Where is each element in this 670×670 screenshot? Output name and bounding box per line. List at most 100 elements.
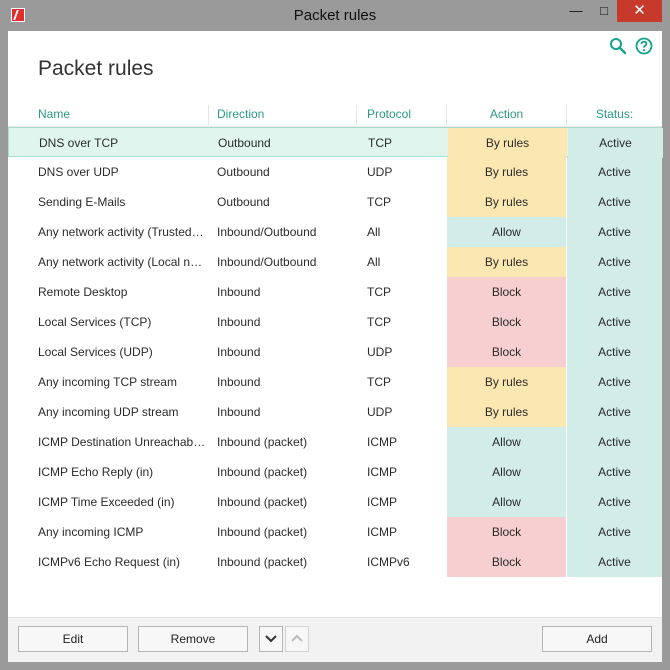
footer-bar: Edit Remove Add bbox=[8, 617, 662, 662]
action-cell[interactable]: Allow bbox=[447, 487, 566, 517]
rule-name-cell: Any incoming TCP stream bbox=[38, 375, 177, 389]
move-up-button[interactable] bbox=[285, 626, 309, 652]
column-separator[interactable] bbox=[356, 105, 357, 125]
direction-cell: Inbound/Outbound bbox=[217, 225, 317, 239]
table-row[interactable]: Any incoming ICMP Inbound (packet) ICMP Blo… bbox=[8, 517, 662, 547]
status-cell[interactable]: Active bbox=[568, 128, 663, 158]
action-cell[interactable]: Block bbox=[447, 277, 566, 307]
action-cell[interactable]: Allow bbox=[447, 457, 566, 487]
edit-button[interactable]: Edit bbox=[18, 626, 128, 652]
status-cell[interactable]: Active bbox=[567, 397, 662, 427]
table-row[interactable]: Sending E-Mails Outbound TCP By rules Active bbox=[8, 187, 662, 217]
action-cell[interactable]: Block bbox=[447, 547, 566, 577]
table-row[interactable]: ICMP Time Exceeded (in) Inbound (packet) I… bbox=[8, 487, 662, 517]
protocol-cell: ICMP bbox=[367, 465, 397, 479]
action-cell[interactable]: By rules bbox=[448, 128, 567, 158]
maximize-button[interactable]: □ bbox=[591, 0, 617, 22]
status-cell[interactable]: Active bbox=[567, 217, 662, 247]
rule-name-cell: ICMP Destination Unreachabl… bbox=[38, 435, 206, 449]
direction-cell: Inbound bbox=[217, 375, 261, 389]
direction-cell: Inbound bbox=[217, 345, 261, 359]
column-header-direction[interactable]: Direction bbox=[217, 107, 264, 121]
close-button[interactable]: ✕ bbox=[617, 0, 662, 22]
minimize-button[interactable]: — bbox=[563, 0, 589, 22]
action-cell[interactable]: Block bbox=[447, 337, 566, 367]
rule-name-cell: ICMPv6 Echo Request (in) bbox=[38, 555, 181, 569]
rule-name-cell: Local Services (UDP) bbox=[38, 345, 153, 359]
action-cell[interactable]: By rules bbox=[447, 367, 566, 397]
page-title: Packet rules bbox=[38, 57, 154, 80]
status-cell[interactable]: Active bbox=[567, 367, 662, 397]
status-cell[interactable]: Active bbox=[567, 277, 662, 307]
add-button[interactable]: Add bbox=[542, 626, 652, 652]
column-header-protocol[interactable]: Protocol bbox=[367, 107, 411, 121]
action-cell[interactable]: Block bbox=[447, 307, 566, 337]
protocol-cell: ICMPv6 bbox=[367, 555, 410, 569]
direction-cell: Inbound bbox=[217, 285, 261, 299]
status-cell[interactable]: Active bbox=[567, 547, 662, 577]
direction-cell: Inbound (packet) bbox=[217, 525, 308, 539]
status-cell[interactable]: Active bbox=[567, 427, 662, 457]
table-row[interactable]: Any incoming TCP stream Inbound TCP By rule… bbox=[8, 367, 662, 397]
table-body: DNS over TCP Outbound TCP By rules Active DNS… bbox=[8, 127, 663, 577]
remove-button[interactable]: Remove bbox=[138, 626, 248, 652]
dialog-content: Packet rules Name Direction Protocol Act… bbox=[8, 31, 663, 662]
direction-cell: Inbound (packet) bbox=[217, 435, 308, 449]
table-row[interactable]: DNS over TCP Outbound TCP By rules Active bbox=[8, 127, 663, 158]
status-cell[interactable]: Active bbox=[567, 487, 662, 517]
action-cell[interactable]: By rules bbox=[447, 397, 566, 427]
protocol-cell: UDP bbox=[367, 165, 393, 179]
status-cell[interactable]: Active bbox=[567, 247, 662, 277]
rule-name-cell: Remote Desktop bbox=[38, 285, 128, 299]
table-row[interactable]: ICMPv6 Echo Request (in) Inbound (packet)… bbox=[8, 547, 662, 577]
column-header-status[interactable]: Status: bbox=[567, 107, 662, 121]
column-header-name[interactable]: Name bbox=[38, 107, 70, 121]
direction-cell: Inbound (packet) bbox=[217, 495, 308, 509]
status-cell[interactable]: Active bbox=[567, 337, 662, 367]
rules-table: Name Direction Protocol Action Status: D… bbox=[8, 103, 663, 577]
table-row[interactable]: Any incoming UDP stream Inbound UDP By rule… bbox=[8, 397, 662, 427]
table-row[interactable]: ICMP Destination Unreachabl… Inbound (pac… bbox=[8, 427, 662, 457]
rule-name-cell: DNS over UDP bbox=[38, 165, 119, 179]
action-cell[interactable]: By rules bbox=[447, 187, 566, 217]
protocol-cell: TCP bbox=[367, 375, 391, 389]
table-row[interactable]: Local Services (TCP) Inbound TCP Block Activ… bbox=[8, 307, 662, 337]
direction-cell: Inbound (packet) bbox=[217, 555, 308, 569]
table-row[interactable]: Any network activity (Trusted… Inbound/Ou… bbox=[8, 217, 662, 247]
search-icon[interactable] bbox=[609, 37, 627, 55]
column-header-action[interactable]: Action bbox=[447, 107, 566, 121]
chevron-up-icon bbox=[291, 634, 303, 642]
title-bar[interactable]: Packet rules — □ ✕ bbox=[0, 0, 670, 31]
app-window: Packet rules — □ ✕ Packet rules Name Dir… bbox=[0, 0, 670, 670]
status-cell[interactable]: Active bbox=[567, 187, 662, 217]
protocol-cell: All bbox=[367, 225, 381, 239]
help-icon[interactable] bbox=[635, 37, 653, 55]
action-cell[interactable]: Block bbox=[447, 517, 566, 547]
table-header: Name Direction Protocol Action Status: bbox=[8, 103, 662, 127]
protocol-cell: All bbox=[367, 255, 381, 269]
action-cell[interactable]: By rules bbox=[447, 247, 566, 277]
direction-cell: Outbound bbox=[218, 136, 271, 150]
status-cell[interactable]: Active bbox=[567, 307, 662, 337]
rule-name-cell: Local Services (TCP) bbox=[38, 315, 152, 329]
status-cell[interactable]: Active bbox=[567, 457, 662, 487]
action-cell[interactable]: Allow bbox=[447, 427, 566, 457]
table-row[interactable]: Any network activity (Local ne… Inbound/O… bbox=[8, 247, 662, 277]
protocol-cell: TCP bbox=[367, 195, 391, 209]
table-row[interactable]: DNS over UDP Outbound UDP By rules Active bbox=[8, 157, 662, 187]
protocol-cell: TCP bbox=[368, 136, 392, 150]
move-down-button[interactable] bbox=[259, 626, 283, 652]
status-cell[interactable]: Active bbox=[567, 157, 662, 187]
column-separator[interactable] bbox=[208, 105, 209, 125]
protocol-cell: UDP bbox=[367, 405, 393, 419]
protocol-cell: TCP bbox=[367, 315, 391, 329]
status-cell[interactable]: Active bbox=[567, 517, 662, 547]
rule-name-cell: ICMP Time Exceeded (in) bbox=[38, 495, 175, 509]
direction-cell: Outbound bbox=[217, 165, 270, 179]
table-row[interactable]: Remote Desktop Inbound TCP Block Active bbox=[8, 277, 662, 307]
table-row[interactable]: Local Services (UDP) Inbound UDP Block Activ… bbox=[8, 337, 662, 367]
action-cell[interactable]: Allow bbox=[447, 217, 566, 247]
action-cell[interactable]: By rules bbox=[447, 157, 566, 187]
table-row[interactable]: ICMP Echo Reply (in) Inbound (packet) ICMP… bbox=[8, 457, 662, 487]
protocol-cell: ICMP bbox=[367, 495, 397, 509]
